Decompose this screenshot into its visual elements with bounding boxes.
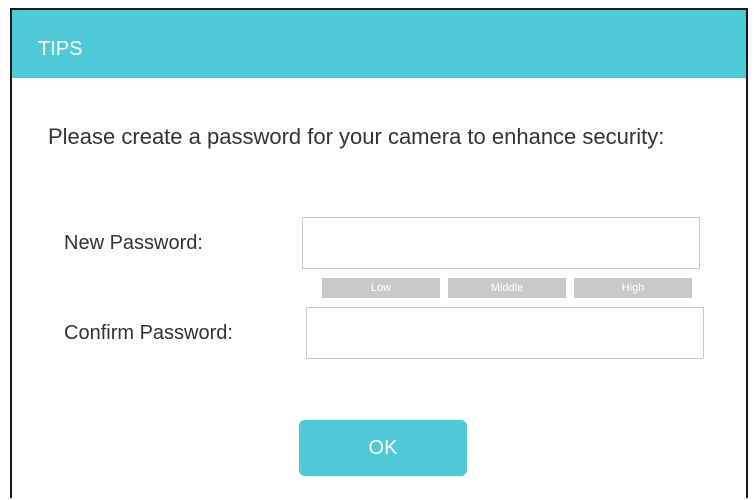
confirm-password-input[interactable] <box>306 307 704 359</box>
new-password-input[interactable] <box>302 217 700 269</box>
dialog-titlebar: TIPS <box>12 10 746 78</box>
dialog-message: Please create a password for your camera… <box>48 124 665 149</box>
strength-low: Low <box>322 278 440 298</box>
dialog-title: TIPS <box>38 38 83 60</box>
strength-middle: Middle <box>448 278 566 298</box>
new-password-label: New Password: <box>64 232 203 254</box>
confirm-password-label: Confirm Password: <box>64 322 233 344</box>
password-dialog: TIPS Please create a password for your c… <box>10 8 748 498</box>
strength-high: High <box>574 278 692 298</box>
ok-button[interactable]: OK <box>299 420 467 476</box>
